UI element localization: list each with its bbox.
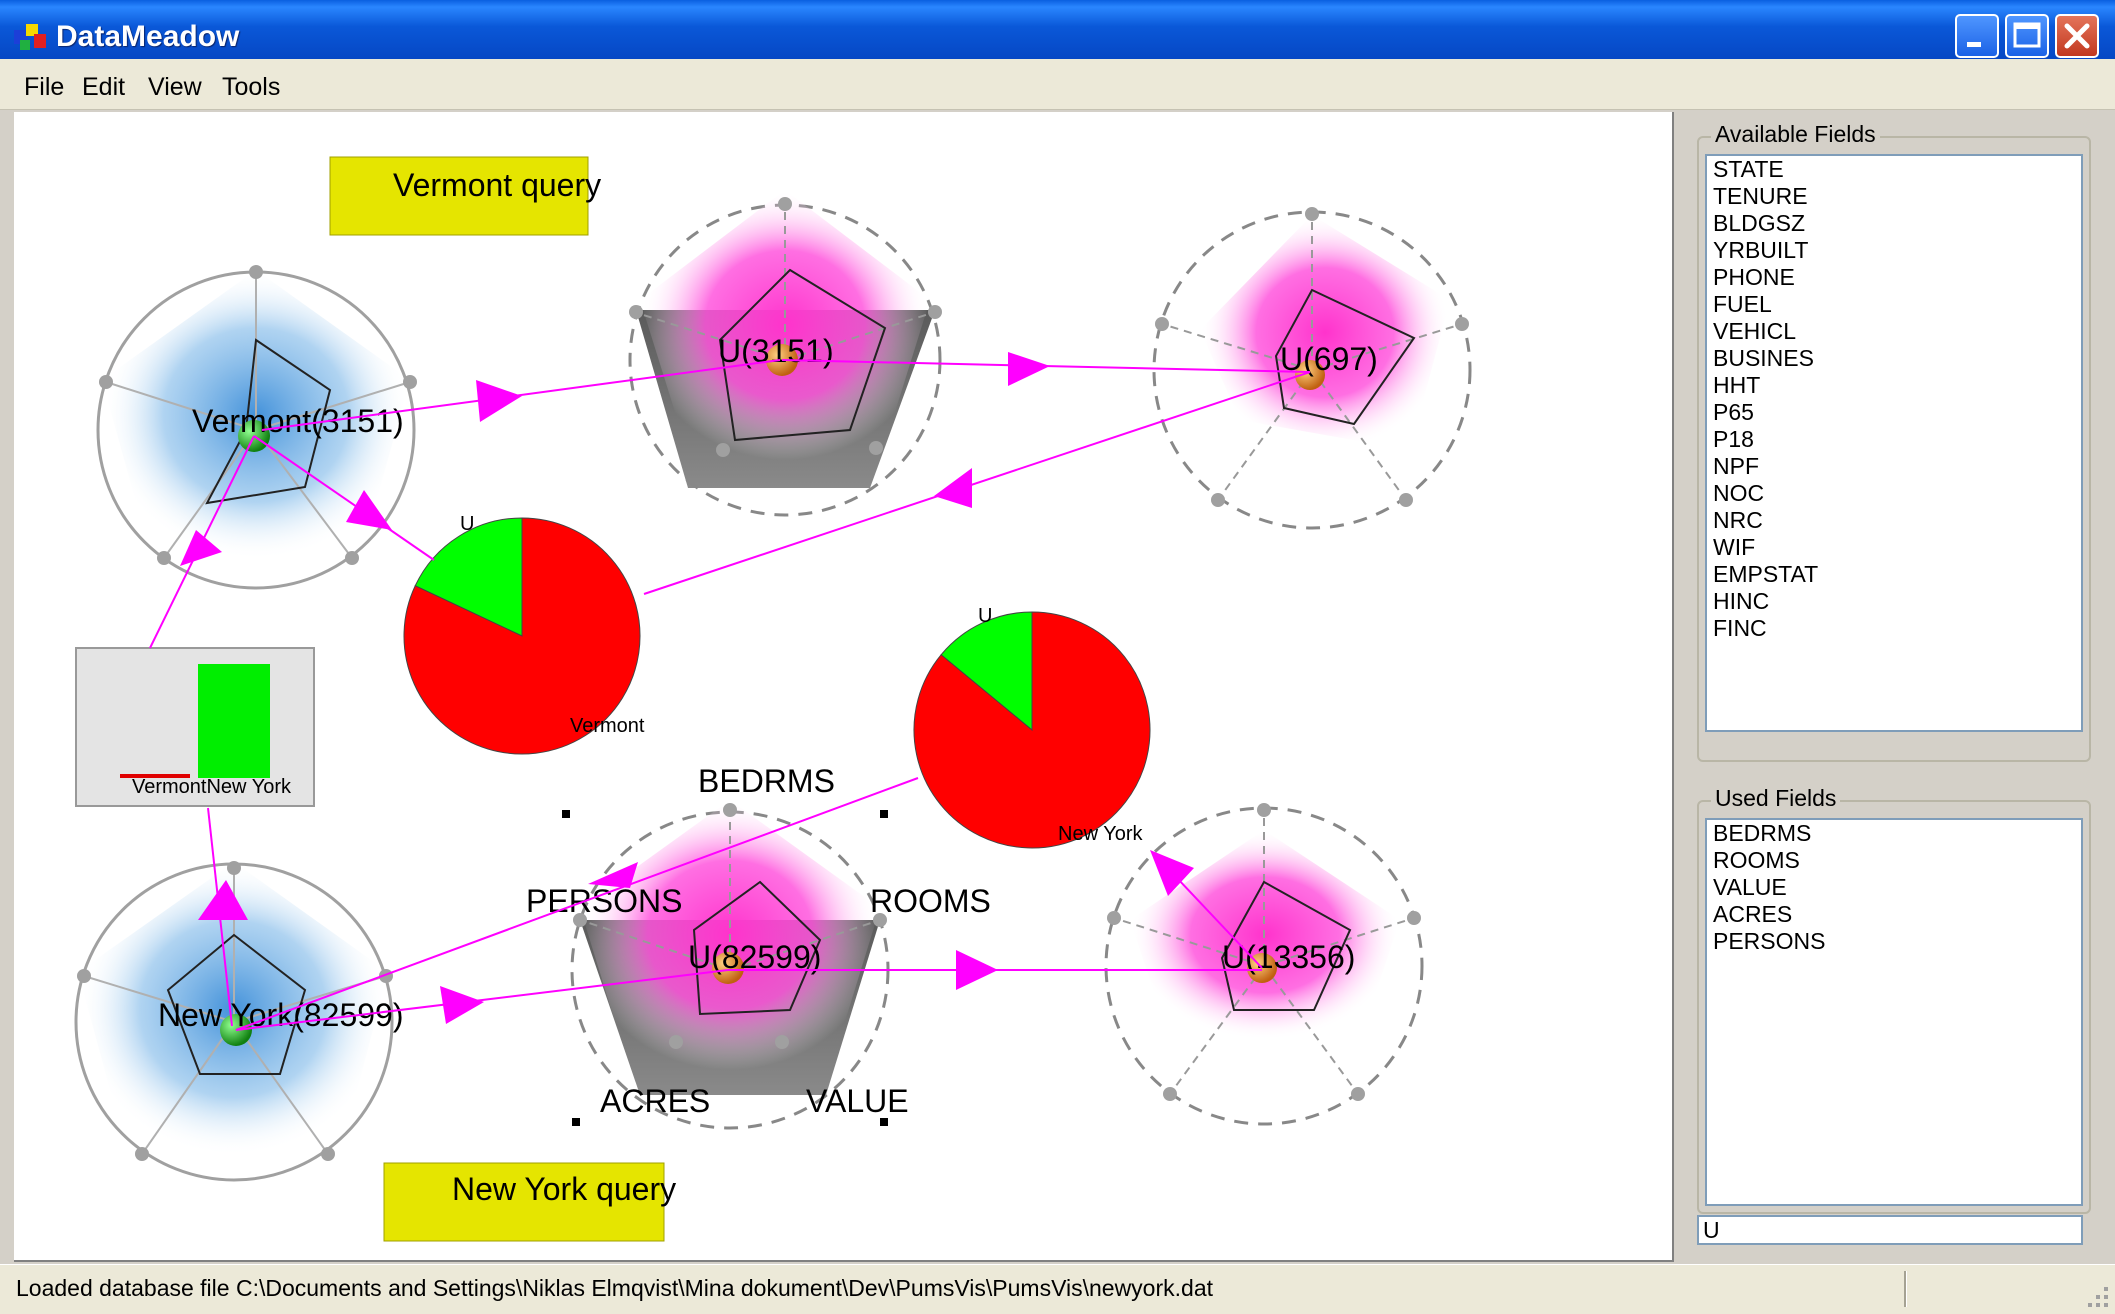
vermont-query-box[interactable]: Vermont query	[329, 156, 601, 236]
used-field-rooms[interactable]: ROOMS	[1707, 847, 2081, 874]
u82599-filter-node[interactable]: U(82599) BEDRMS ROOMS VALUE ACRES PERSON…	[526, 763, 991, 1130]
newyork-query-label: New York query	[452, 1171, 676, 1207]
menu-tools[interactable]: Tools	[222, 73, 280, 102]
available-field-hinc[interactable]: HINC	[1707, 588, 2081, 615]
available-field-busines[interactable]: BUSINES	[1707, 345, 2081, 372]
pie2-top-label: U	[978, 605, 992, 627]
available-field-wif[interactable]: WIF	[1707, 534, 2081, 561]
bar-chart-labels: VermontNew York	[132, 776, 292, 798]
pie1-bottom-label: Vermont	[570, 715, 645, 737]
close-icon	[2064, 23, 2090, 49]
available-field-fuel[interactable]: FUEL	[1707, 291, 2081, 318]
pie-chart-newyork[interactable]: U New York	[913, 605, 1151, 849]
visualization-canvas[interactable]: Vermont query New York query Vermont(315…	[14, 112, 1674, 1262]
pie1-top-label: U	[460, 513, 474, 535]
bar-chart-node[interactable]: VermontNew York	[75, 647, 315, 807]
bar-new-york	[198, 664, 270, 778]
close-button[interactable]	[2055, 14, 2099, 58]
available-field-vehicl[interactable]: VEHICL	[1707, 318, 2081, 345]
maximize-icon	[2013, 22, 2041, 48]
minimize-icon	[1967, 42, 1981, 47]
available-field-npf[interactable]: NPF	[1707, 453, 2081, 480]
pie-chart-vermont[interactable]: U Vermont	[403, 513, 645, 755]
axis-label-bedrms: BEDRMS	[698, 763, 835, 799]
u3151-label: U(3151)	[718, 333, 834, 369]
available-field-noc[interactable]: NOC	[1707, 480, 2081, 507]
menu-bar: File Edit View Tools	[0, 59, 2115, 110]
axis-label-value: VALUE	[806, 1083, 909, 1119]
used-field-bedrms[interactable]: BEDRMS	[1707, 820, 2081, 847]
status-bar: Loaded database file C:\Documents and Se…	[0, 1264, 2115, 1314]
vermont-node-label: Vermont(3151)	[192, 403, 404, 439]
title-bar[interactable]: DataMeadow	[0, 0, 2115, 59]
available-field-phone[interactable]: PHONE	[1707, 264, 2081, 291]
used-fields-title: Used Fields	[1711, 785, 1841, 812]
pie2-bottom-label: New York	[1058, 823, 1143, 845]
available-field-p18[interactable]: P18	[1707, 426, 2081, 453]
used-field-value[interactable]: VALUE	[1707, 874, 2081, 901]
available-field-empstat[interactable]: EMPSTAT	[1707, 561, 2081, 588]
maximize-button[interactable]	[2005, 14, 2049, 58]
menu-view[interactable]: View	[148, 73, 202, 102]
menu-edit[interactable]: Edit	[82, 73, 125, 102]
app-icon	[14, 24, 46, 50]
available-fields-list[interactable]: STATE TENURE BLDGSZ YRBUILT PHONE FUEL VEHICL B…	[1705, 154, 2083, 732]
window-title: DataMeadow	[56, 20, 240, 53]
axis-label-rooms: ROOMS	[870, 883, 991, 919]
available-field-hht[interactable]: HHT	[1707, 372, 2081, 399]
available-field-bldgsz[interactable]: BLDGSZ	[1707, 210, 2081, 237]
vermont-source-node[interactable]: Vermont(3151)	[96, 265, 417, 590]
available-field-finc[interactable]: FINC	[1707, 615, 2081, 642]
available-field-nrc[interactable]: NRC	[1707, 507, 2081, 534]
used-field-acres[interactable]: ACRES	[1707, 901, 2081, 928]
status-text: Loaded database file C:\Documents and Se…	[16, 1275, 1213, 1301]
status-separator	[1904, 1271, 1907, 1307]
used-field-persons[interactable]: PERSONS	[1707, 928, 2081, 955]
available-field-p65[interactable]: P65	[1707, 399, 2081, 426]
resize-grip-icon[interactable]	[2082, 1281, 2112, 1311]
available-field-tenure[interactable]: TENURE	[1707, 183, 2081, 210]
u13356-filter-node[interactable]: U(13356)	[1104, 803, 1424, 1126]
u3151-filter-node[interactable]: U(3151)	[628, 190, 942, 517]
axis-label-acres: ACRES	[600, 1083, 710, 1119]
menu-file[interactable]: File	[24, 73, 64, 102]
filter-input[interactable]	[1697, 1215, 2083, 1245]
app-window: DataMeadow File Edit View Tools Vermont …	[0, 0, 2115, 1314]
newyork-query-box[interactable]: New York query	[383, 1162, 676, 1242]
available-fields-title: Available Fields	[1711, 121, 1880, 148]
u697-filter-node[interactable]: U(697)	[1152, 207, 1472, 530]
available-field-state[interactable]: STATE	[1707, 156, 2081, 183]
available-field-yrbuilt[interactable]: YRBUILT	[1707, 237, 2081, 264]
minimize-button[interactable]	[1955, 14, 1999, 58]
used-fields-list[interactable]: BEDRMS ROOMS VALUE ACRES PERSONS	[1705, 818, 2083, 1206]
dataflow-graph[interactable]: Vermont query New York query Vermont(315…	[14, 112, 1672, 1260]
vermont-query-label: Vermont query	[393, 167, 601, 203]
